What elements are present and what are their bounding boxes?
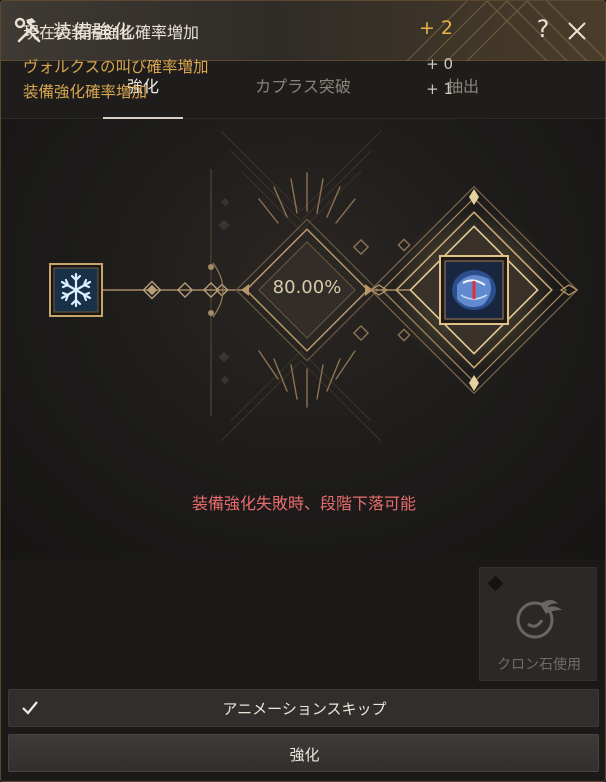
animation-skip-toggle[interactable]: アニメーションスキップ: [8, 689, 599, 727]
enhance-button-label: 強化: [289, 746, 320, 764]
cron-stone-button[interactable]: クロン石使用: [479, 567, 597, 681]
current-rate-bonus-value: + 2: [418, 17, 453, 39]
enhance-rate-bonus-value: + 1: [426, 80, 453, 98]
failure-warning: 装備強化失敗時、段階下落可能: [191, 494, 416, 513]
current-rate-bonus-label: 現在の装備強化確率増加: [23, 23, 200, 42]
side-dots: [218, 197, 230, 385]
enhance-button[interactable]: 強化: [8, 734, 599, 772]
success-rate: 80.00%: [272, 277, 342, 298]
result-slot[interactable]: [439, 255, 509, 325]
cron-stone-icon: [487, 575, 562, 639]
animation-skip-label: アニメーションスキップ: [222, 700, 387, 718]
volks-cry-bonus-value: + 0: [426, 55, 453, 73]
crystal-stone-icon: [452, 270, 496, 310]
cron-stone-label: クロン石使用: [497, 657, 581, 673]
enhance-window: 装備強化 ? 強化 カプラス突破 抽出 80.00% 装備強化失敗時、段階下落可…: [0, 0, 606, 782]
equipment-slot[interactable]: [49, 263, 103, 317]
volks-cry-bonus-label: ヴォルクスの叫び確率増加: [23, 58, 209, 76]
enhance-rate-bonus-label: 装備強化確率増加: [23, 83, 148, 101]
